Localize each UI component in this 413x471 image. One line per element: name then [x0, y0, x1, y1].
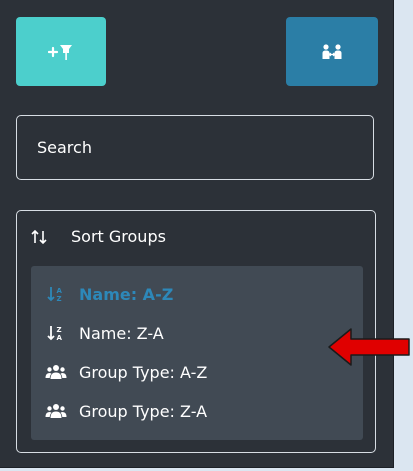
users-icon: [43, 364, 69, 380]
sort-groups-label: Sort Groups: [71, 227, 166, 246]
svg-text:A: A: [57, 334, 63, 341]
red-arrow-left-icon: [328, 328, 410, 366]
sort-option-label: Group Type: Z-A: [79, 401, 208, 421]
sort-option-name-za[interactable]: Z A Name: Z-A: [31, 315, 363, 351]
sort-alpha-asc-icon: A Z: [43, 286, 69, 302]
sort-arrows-icon: [31, 229, 49, 245]
group-users-button[interactable]: [286, 17, 378, 86]
sort-options-menu: A Z Name: A-Z Z A Name: Z-A Group Type: …: [31, 266, 363, 440]
svg-text:Z: Z: [57, 326, 62, 334]
sort-option-type-az[interactable]: Group Type: A-Z: [31, 354, 363, 390]
svg-text:A: A: [57, 287, 63, 295]
groups-panel: Sort Groups A Z Name: A-Z Z: [0, 0, 394, 468]
sort-option-type-za[interactable]: Group Type: Z-A: [31, 393, 363, 429]
sort-alpha-desc-icon: Z A: [43, 325, 69, 341]
svg-text:Z: Z: [57, 295, 62, 302]
sort-groups-toggle[interactable]: Sort Groups: [31, 227, 166, 246]
add-pin-button[interactable]: [16, 17, 106, 86]
users-icon: [43, 403, 69, 419]
search-input[interactable]: [16, 115, 374, 180]
sort-groups-box: Sort Groups A Z Name: A-Z Z A Name: Z-A …: [16, 210, 376, 453]
users-link-icon: [322, 43, 342, 59]
pin-plus-icon: [48, 44, 72, 60]
sort-option-name-az[interactable]: A Z Name: A-Z: [31, 276, 363, 312]
sort-option-label: Group Type: A-Z: [79, 362, 208, 382]
sort-option-label: Name: A-Z: [79, 284, 174, 304]
sort-option-label: Name: Z-A: [79, 323, 164, 343]
